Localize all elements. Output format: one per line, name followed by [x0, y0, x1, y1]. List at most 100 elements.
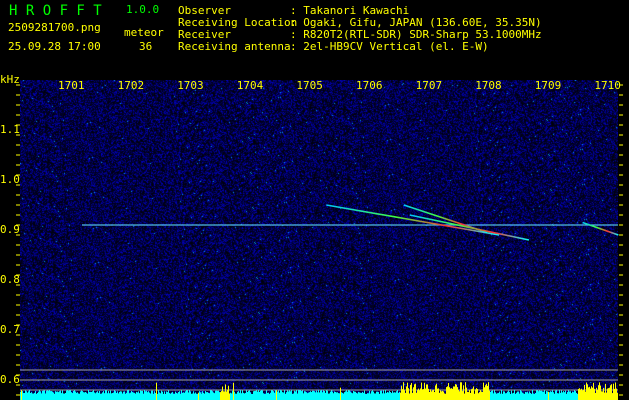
signal-level-bar [306, 392, 307, 400]
signal-level-bar [155, 393, 156, 400]
signal-level-bar [277, 391, 278, 400]
signal-level-bar [145, 391, 146, 400]
signal-level-bar [558, 393, 559, 400]
signal-level-bar [374, 393, 375, 400]
signal-level-bar [381, 390, 382, 400]
signal-level-bar [352, 393, 353, 400]
signal-level-bar [244, 393, 245, 400]
signal-level-bar [539, 390, 540, 400]
signal-level-bar [581, 388, 582, 400]
signal-level-bar [299, 390, 300, 400]
signal-level-bar [54, 393, 55, 400]
signal-level-bar [617, 392, 618, 400]
signal-level-bar [511, 390, 512, 400]
signal-level-bar [229, 393, 230, 400]
y-axis-unit: kHz [0, 73, 20, 86]
signal-level-bar [472, 388, 473, 400]
signal-level-bar [260, 390, 261, 400]
signal-level-bar [449, 387, 450, 400]
signal-level-bar [372, 390, 373, 400]
signal-level-bar [615, 382, 616, 400]
signal-level-bar [575, 391, 576, 400]
signal-level-bar [91, 391, 92, 400]
signal-level-bar [517, 391, 518, 400]
signal-level-bar [270, 392, 271, 400]
signal-level-bar [174, 393, 175, 400]
signal-level-bar [319, 392, 320, 400]
signal-level-bar [171, 392, 172, 400]
signal-level-bar [471, 389, 472, 400]
signal-level-bar [447, 386, 448, 400]
signal-level-bar [481, 391, 482, 400]
signal-level-bar [453, 386, 454, 400]
signal-level-bar [426, 384, 427, 400]
signal-level-bar [113, 392, 114, 400]
signal-level-bar [424, 382, 425, 400]
signal-level-bar [208, 392, 209, 400]
signal-level-bar [158, 390, 159, 400]
signal-level-bar [165, 393, 166, 400]
signal-level-bar [135, 393, 136, 400]
signal-level-bar [46, 390, 47, 400]
signal-level-bar [592, 387, 593, 400]
signal-level-bar [572, 391, 573, 400]
signal-level-bar [427, 384, 428, 400]
signal-level-bar [382, 393, 383, 400]
signal-level-bar [106, 390, 107, 400]
y-tick-label: 0.9 [0, 223, 20, 236]
signal-level-bar [230, 392, 231, 400]
signal-level-bar [292, 393, 293, 400]
signal-level-bar [284, 390, 285, 400]
signal-level-bar [574, 390, 575, 400]
signal-level-bar [50, 391, 51, 400]
signal-level-bar [216, 390, 217, 400]
signal-level-bar [443, 391, 444, 400]
signal-level-bar [460, 382, 461, 400]
signal-level-bar [60, 390, 61, 400]
signal-level-bar [367, 393, 368, 400]
signal-level-bar [86, 392, 87, 400]
signal-level-bar [267, 392, 268, 400]
signal-level-bar [507, 391, 508, 400]
signal-level-bar [157, 393, 158, 400]
signal-level-bar [128, 390, 129, 400]
signal-level-bar [301, 391, 302, 400]
signal-level-bar [564, 392, 565, 400]
signal-level-bar [397, 390, 398, 400]
signal-level-bar [356, 392, 357, 400]
signal-level-bar [67, 390, 68, 400]
signal-level-bar [49, 390, 50, 400]
signal-level-bar [543, 391, 544, 400]
signal-level-bar [547, 391, 548, 400]
signal-level-bar [121, 391, 122, 400]
signal-level-bar [203, 392, 204, 400]
signal-level-bar [321, 390, 322, 400]
signal-level-bar [416, 392, 417, 400]
signal-level-bar [343, 393, 344, 400]
signal-level-bar [365, 393, 366, 400]
signal-level-bar [341, 392, 342, 400]
signal-level-bar [384, 393, 385, 400]
signal-level-bar [312, 390, 313, 400]
signal-level-bar [110, 390, 111, 400]
signal-level-bar [42, 390, 43, 400]
signal-level-bar [387, 391, 388, 400]
signal-level-bar [353, 390, 354, 400]
signal-level-bar [231, 393, 232, 400]
signal-level-bar [568, 390, 569, 400]
signal-level-bar [338, 393, 339, 400]
signal-level-bar [118, 393, 119, 400]
signal-level-bar [610, 385, 611, 400]
signal-level-bar [256, 390, 257, 400]
signal-level-bar [51, 391, 52, 400]
signal-level-bar [240, 390, 241, 400]
signal-level-bar [473, 386, 474, 400]
signal-level-bar [168, 390, 169, 400]
signal-level-bar [519, 393, 520, 400]
signal-level-bar [380, 390, 381, 400]
signal-level-bar [431, 391, 432, 400]
signal-level-bar [463, 385, 464, 400]
signal-level-bar [451, 388, 452, 400]
signal-level-bar [211, 390, 212, 400]
signal-level-bar [391, 393, 392, 400]
